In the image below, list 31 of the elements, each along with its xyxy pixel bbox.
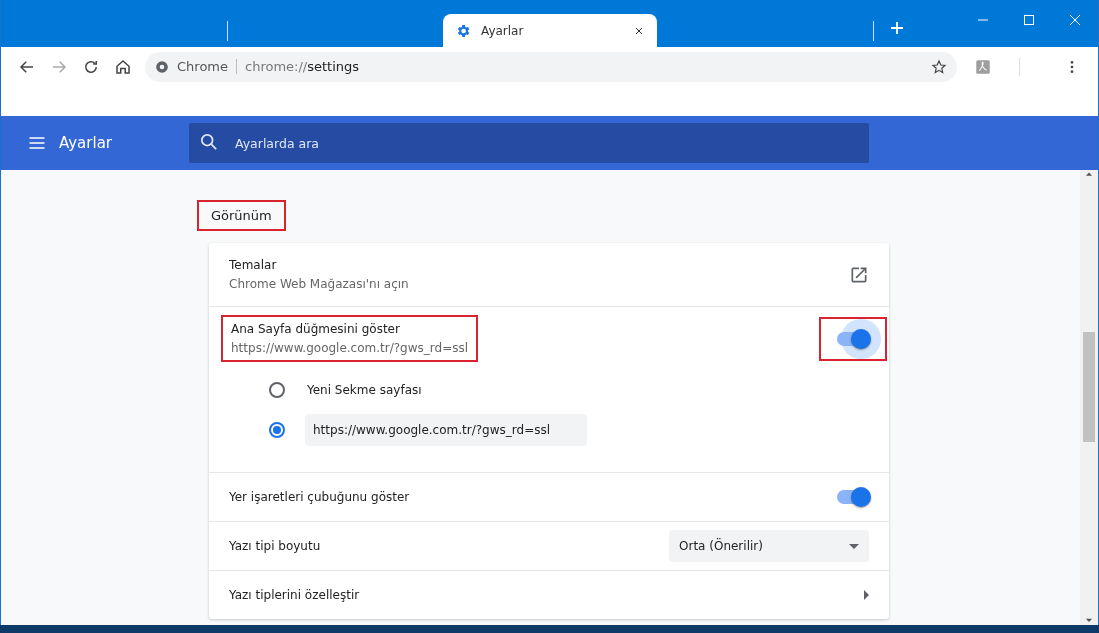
caret-icon bbox=[849, 543, 859, 549]
search-icon bbox=[201, 134, 217, 150]
toggle-switch[interactable] bbox=[837, 331, 869, 346]
setting-description: Chrome Web Mağazası'nı açın bbox=[229, 277, 410, 291]
search-field[interactable]: Ayarlarda ara bbox=[189, 123, 869, 163]
radio-button[interactable] bbox=[269, 422, 285, 438]
url-field[interactable]: https://www.google.com.tr/?gws_rd=ssl bbox=[305, 414, 587, 446]
star-icon[interactable] bbox=[931, 58, 947, 75]
origin-label: Chrome bbox=[177, 59, 237, 74]
scrollbar[interactable] bbox=[1080, 170, 1098, 625]
radio-button[interactable] bbox=[269, 382, 285, 398]
gear-icon bbox=[455, 22, 471, 39]
home-icon[interactable] bbox=[114, 57, 132, 76]
pdf-extension-icon[interactable] bbox=[974, 57, 992, 76]
new-tab-icon[interactable] bbox=[888, 19, 906, 37]
setting-label: Yazı tipi boyutu bbox=[229, 539, 322, 553]
url-text: chrome://settings bbox=[245, 59, 361, 74]
caret-right-icon[interactable] bbox=[864, 590, 869, 600]
setting-label: Temalar bbox=[229, 258, 278, 272]
setting-label: Ana Sayfa düğmesini göster bbox=[231, 322, 401, 336]
dropdown[interactable]: Orta (Önerilir) bbox=[669, 530, 869, 562]
scrollbar-thumb[interactable] bbox=[1083, 332, 1095, 442]
radio-label: Yeni Sekme sayfası bbox=[307, 383, 422, 397]
address-bar[interactable]: Chrome chrome://settings bbox=[145, 51, 957, 82]
setting-label: Yer işaretleri çubuğunu göster bbox=[229, 490, 411, 504]
page-title: Ayarlar bbox=[59, 134, 113, 152]
setting-label: Yazı tiplerini özelleştir bbox=[229, 588, 361, 602]
section-heading: Görünüm bbox=[197, 200, 286, 231]
browser-tab[interactable]: Ayarlar bbox=[443, 14, 657, 47]
setting-description: https://www.google.com.tr/?gws_rd=ssl bbox=[231, 341, 469, 355]
toggle-switch[interactable] bbox=[837, 490, 869, 504]
